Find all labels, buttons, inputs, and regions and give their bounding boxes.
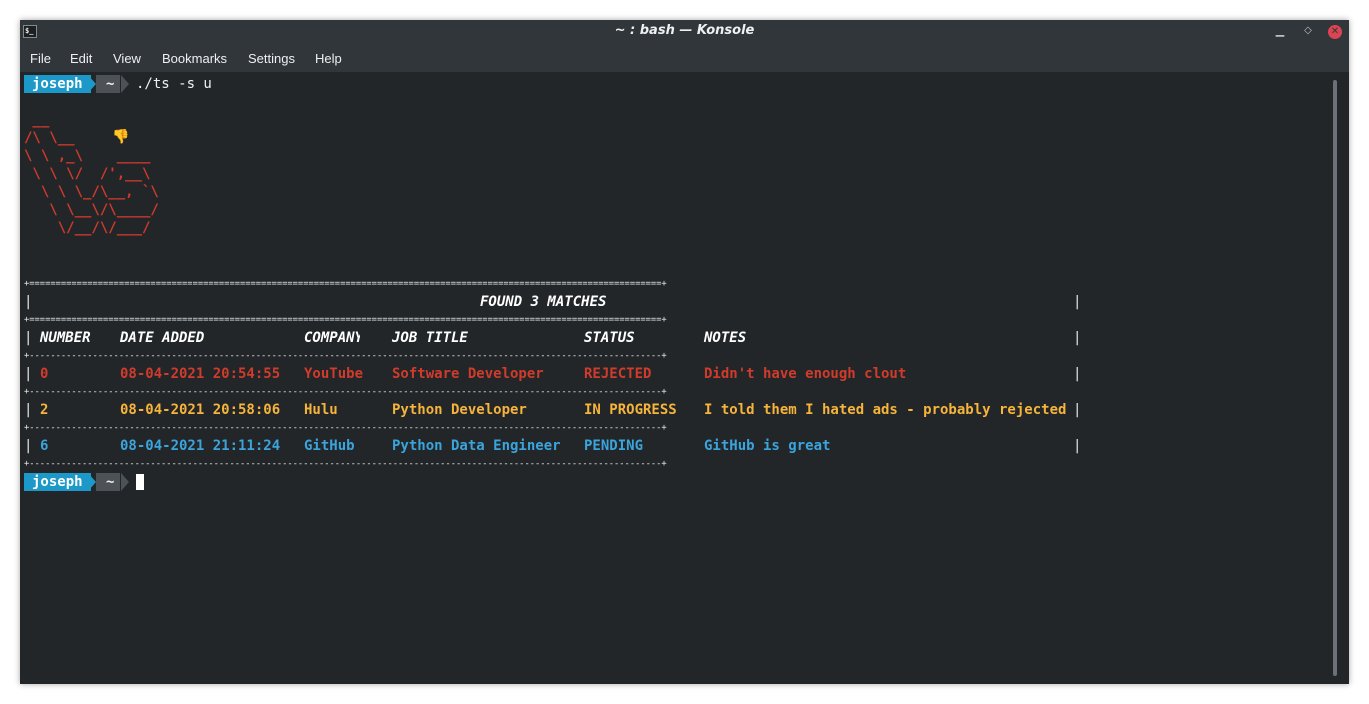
table-border: +---------------------------------------… — [24, 387, 667, 397]
row-notes: I told them I hated ads - probably rejec… — [704, 402, 1067, 418]
prompt-separator-icon — [121, 473, 129, 491]
row-notes: GitHub is great — [704, 438, 831, 454]
menu-help[interactable]: Help — [315, 51, 342, 66]
row-company: GitHub — [304, 438, 355, 454]
row-job-title: Python Developer — [392, 402, 527, 418]
table-border: +---------------------------------------… — [24, 423, 667, 433]
header-date: DATE ADDED — [120, 330, 205, 346]
ascii-art-line: \ \ \_/\__, `\ — [24, 184, 159, 200]
table-edge: | — [24, 294, 33, 310]
row-job-title: Software Developer — [392, 366, 544, 382]
table-edge: | — [1073, 294, 1082, 310]
menu-bookmarks[interactable]: Bookmarks — [162, 51, 227, 66]
table-edge: | — [1073, 402, 1082, 418]
menu-bar: File Edit View Bookmarks Settings Help — [20, 44, 1349, 72]
ascii-art-line: \ \ ,_\ ____ — [24, 148, 151, 164]
row-date: 08-04-2021 21:11:24 — [120, 438, 281, 454]
scrollbar-thumb[interactable] — [1333, 80, 1337, 676]
table-edge: | — [24, 402, 33, 418]
table-edge: | — [24, 438, 33, 454]
terminal-area[interactable]: joseph ~ ./ts -s u __ /\ \__ 👎 \ \ ,_\ _… — [20, 72, 1326, 684]
row-company: Hulu — [304, 402, 338, 418]
table-edge: | — [1073, 438, 1082, 454]
maximize-icon[interactable]: ◇ — [1299, 22, 1317, 40]
table-edge: | — [24, 330, 33, 346]
thumbs-down-icon: 👎 — [112, 129, 130, 145]
row-status: PENDING — [584, 438, 644, 454]
ascii-art-line: __ — [24, 112, 50, 128]
scrollbar[interactable] — [1330, 76, 1340, 680]
row-company: YouTube — [304, 366, 364, 382]
row-status: IN PROGRESS — [584, 402, 677, 418]
header-job-title: JOB TITLE — [392, 330, 468, 346]
prompt-user: joseph — [24, 75, 91, 93]
menu-view[interactable]: View — [113, 51, 141, 66]
prompt-user: joseph — [24, 473, 91, 491]
row-date: 08-04-2021 20:54:55 — [120, 366, 281, 382]
text-cursor — [136, 474, 144, 490]
menu-settings[interactable]: Settings — [248, 51, 295, 66]
table-border: +---------------------------------------… — [24, 351, 667, 361]
menu-edit[interactable]: Edit — [70, 51, 92, 66]
ascii-art-line: \ \__\/\____/ — [24, 202, 159, 218]
row-status: REJECTED — [584, 366, 652, 382]
close-icon[interactable]: ✕ — [1328, 25, 1342, 39]
header-number: NUMBER — [40, 330, 91, 346]
header-company: COMPANY — [304, 330, 360, 346]
ascii-art-line: \/__/\/___/ — [24, 220, 151, 236]
row-number: 2 — [40, 402, 49, 418]
prompt-dir: ~ — [96, 473, 121, 491]
table-border: +---------------------------------------… — [24, 459, 667, 469]
ascii-art-line: \ \ \/ /',__\ — [24, 166, 151, 182]
header-notes: NOTES — [704, 330, 747, 346]
row-date: 08-04-2021 20:58:06 — [120, 402, 281, 418]
table-edge: | — [24, 366, 33, 382]
table-border: +=======================================… — [24, 315, 667, 325]
table-edge: | — [1073, 330, 1082, 346]
header-status: STATUS — [584, 330, 635, 346]
konsole-window: $_ ~ : bash — Konsole ▁ ◇ ✕ File Edit Vi… — [20, 20, 1349, 684]
prompt-separator-icon — [88, 473, 96, 491]
row-number: 6 — [40, 438, 49, 454]
prompt-dir: ~ — [96, 75, 121, 93]
ascii-art-line: /\ \__ — [24, 130, 117, 146]
menu-file[interactable]: File — [30, 51, 51, 66]
prompt-separator-icon — [121, 75, 129, 93]
minimize-icon[interactable]: ▁ — [1271, 22, 1289, 40]
row-notes: Didn't have enough clout — [704, 366, 907, 382]
row-number: 0 — [40, 366, 49, 382]
table-border: +=======================================… — [24, 279, 667, 289]
window-title: ~ : bash — Konsole — [614, 23, 755, 38]
command-text: ./ts -s u — [136, 76, 212, 92]
row-job-title: Python Data Engineer — [392, 438, 561, 454]
table-edge: | — [1073, 366, 1082, 382]
title-bar[interactable]: $_ ~ : bash — Konsole ▁ ◇ ✕ — [20, 20, 1349, 44]
prompt-separator-icon — [88, 75, 96, 93]
table-title: FOUND 3 MATCHES — [480, 294, 607, 310]
